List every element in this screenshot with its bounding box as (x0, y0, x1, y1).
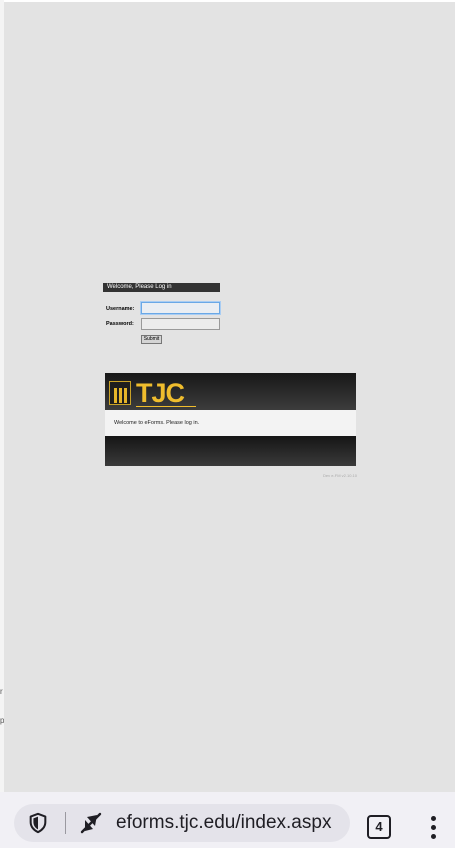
more-menu-icon[interactable] (425, 816, 441, 840)
address-bar[interactable]: eforms.tjc.edu/index.aspx (14, 804, 350, 842)
username-label: Username: (106, 306, 135, 312)
welcome-message: Welcome to eForms. Please log in. (105, 410, 356, 436)
submit-button[interactable]: Submit (141, 335, 162, 344)
logo-underline (136, 406, 196, 407)
password-input[interactable] (141, 318, 220, 330)
address-divider (65, 812, 66, 834)
tjc-columns-logo-icon (109, 381, 131, 405)
edge-text-fragment: r (0, 687, 3, 696)
username-input[interactable] (141, 302, 220, 314)
version-text: Dev e-FM v2.10.10 (322, 473, 357, 478)
url-text[interactable]: eforms.tjc.edu/index.aspx (116, 804, 331, 842)
password-label: Password: (106, 321, 134, 327)
browser-toolbar: eforms.tjc.edu/index.aspx 4 (0, 792, 455, 848)
tjc-logo-text: TJC (136, 378, 185, 408)
banner-footer (105, 436, 356, 466)
partial-side-panel: r p (0, 0, 4, 792)
login-header: Welcome, Please Log in (103, 283, 220, 292)
tab-counter-button[interactable]: 4 (367, 815, 391, 839)
tjc-banner: TJC Welcome to eForms. Please log in. (105, 373, 356, 466)
banner-header: TJC (105, 373, 356, 410)
edge-text-fragment: p (0, 716, 4, 725)
shield-icon[interactable] (27, 812, 49, 834)
tracking-protection-off-icon[interactable] (79, 811, 103, 835)
